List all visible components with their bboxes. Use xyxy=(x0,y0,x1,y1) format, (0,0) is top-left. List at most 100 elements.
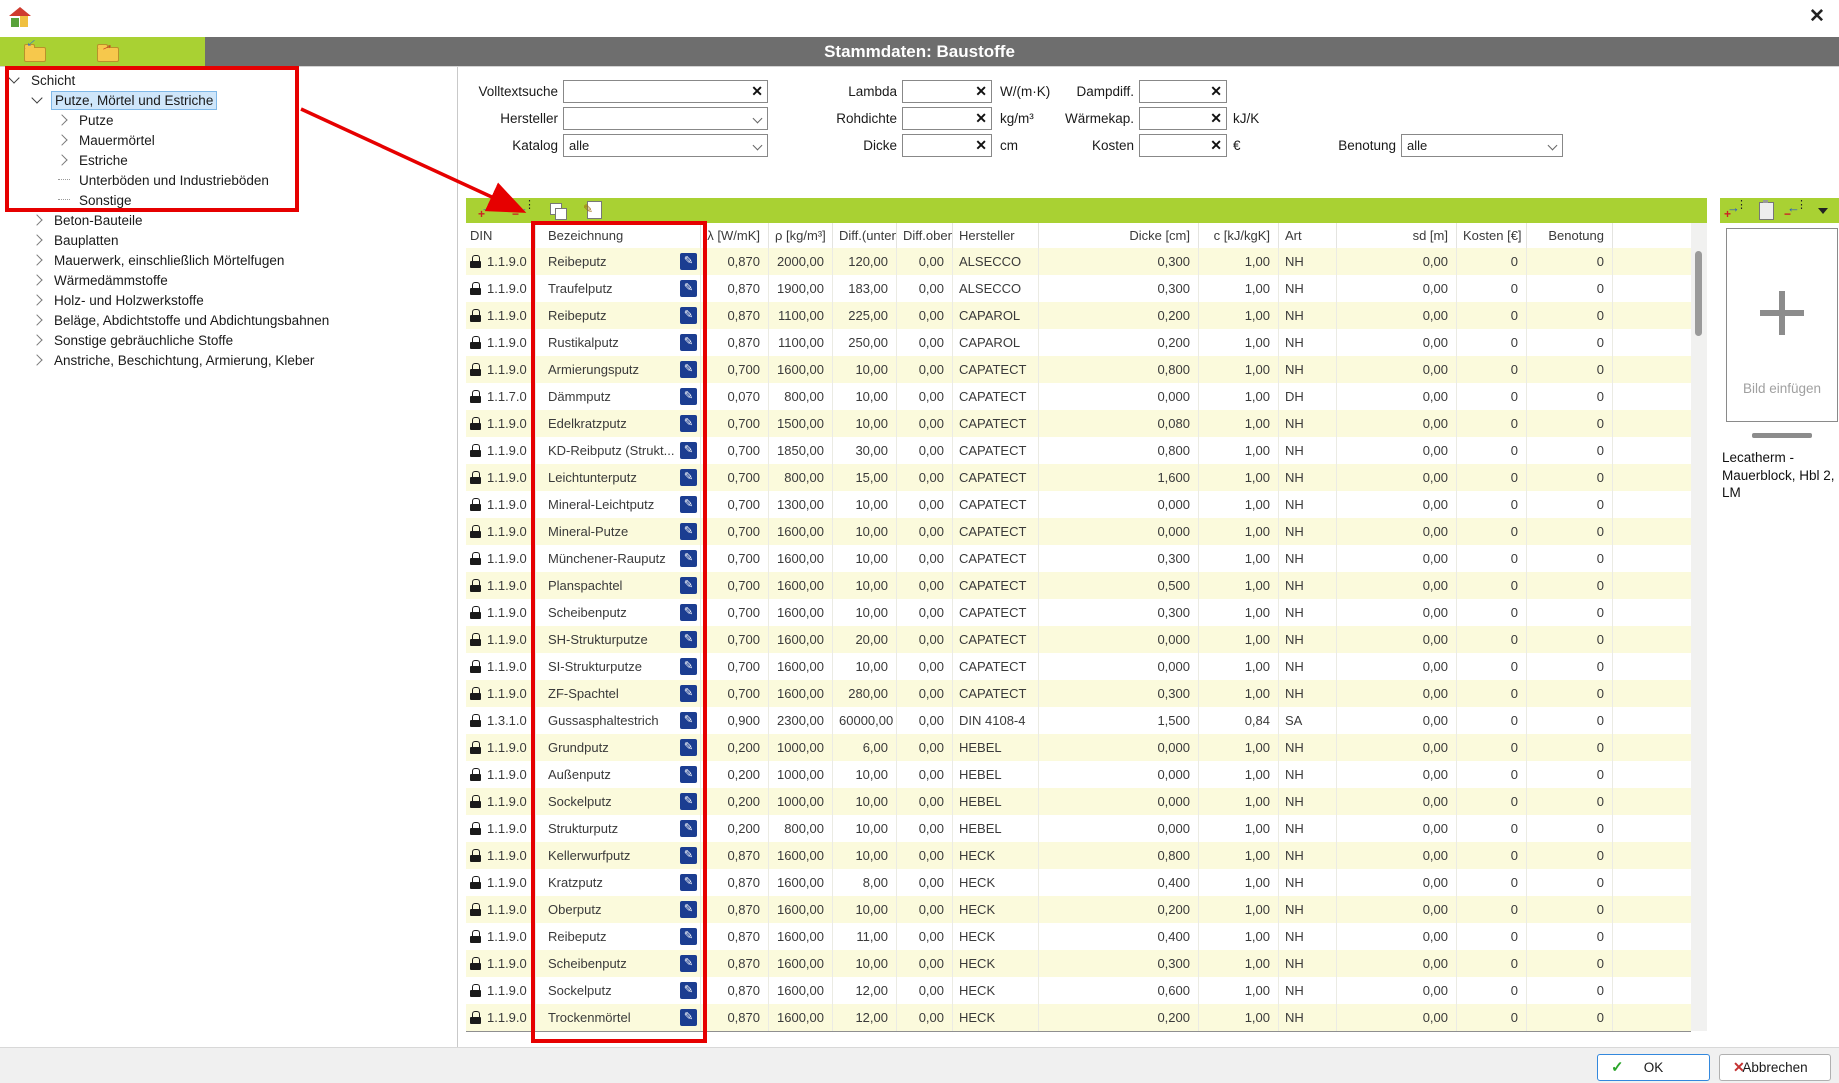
table-row[interactable]: 1.1.9.0Sockelputz✎0,2001000,0010,000,00H… xyxy=(466,788,1691,815)
table-cell[interactable]: 0,400 xyxy=(1039,923,1199,950)
table-cell[interactable]: Kratzputz✎ xyxy=(536,869,701,896)
chevron-right-icon[interactable] xyxy=(56,134,67,145)
column-header[interactable]: Kosten [€] xyxy=(1457,223,1527,248)
chevron-right-icon[interactable] xyxy=(31,314,42,325)
table-cell[interactable]: 0,00 xyxy=(897,896,953,923)
table-cell[interactable]: NH xyxy=(1279,815,1337,842)
cancel-button[interactable]: ✕ Abbrechen xyxy=(1719,1054,1831,1081)
table-cell[interactable]: 0,200 xyxy=(1039,896,1199,923)
table-cell[interactable]: 0 xyxy=(1527,842,1613,869)
column-header[interactable]: λ [W/mK] xyxy=(701,223,769,248)
table-cell[interactable]: 0,00 xyxy=(1337,302,1457,329)
table-cell[interactable]: 0 xyxy=(1527,464,1613,491)
table-cell[interactable]: 0,800 xyxy=(1039,356,1199,383)
table-cell[interactable]: 0,00 xyxy=(897,761,953,788)
table-cell[interactable]: 0 xyxy=(1527,275,1613,302)
table-cell[interactable]: 0,700 xyxy=(701,599,769,626)
table-cell[interactable]: 0,00 xyxy=(1337,653,1457,680)
table-cell[interactable]: 225,00 xyxy=(833,302,897,329)
table-cell[interactable]: 0,00 xyxy=(897,248,953,275)
table-cell[interactable]: CAPATECT xyxy=(953,356,1039,383)
table-cell[interactable]: 0,300 xyxy=(1039,680,1199,707)
column-header[interactable]: Hersteller xyxy=(953,223,1039,248)
table-row[interactable]: 1.1.9.0Mineral-Putze✎0,7001600,0010,000,… xyxy=(466,518,1691,545)
edit-pencil-button[interactable]: ✎ xyxy=(680,982,697,999)
table-cell[interactable]: 0,000 xyxy=(1039,518,1199,545)
table-cell[interactable]: HECK xyxy=(953,950,1039,977)
table-cell[interactable]: 1.1.9.0 xyxy=(466,410,536,437)
edit-pencil-button[interactable]: ✎ xyxy=(680,820,697,837)
table-cell[interactable]: 0,700 xyxy=(701,491,769,518)
table-cell[interactable]: 0,000 xyxy=(1039,734,1199,761)
table-cell[interactable]: 0,700 xyxy=(701,437,769,464)
table-cell[interactable]: NH xyxy=(1279,572,1337,599)
catalog-select[interactable]: alle xyxy=(563,134,768,157)
table-cell[interactable]: CAPATECT xyxy=(953,491,1039,518)
table-cell[interactable]: 0 xyxy=(1457,437,1527,464)
table-cell[interactable]: 1,00 xyxy=(1199,275,1279,302)
table-cell[interactable]: 1.1.7.0 xyxy=(466,383,536,410)
table-cell[interactable]: 0,00 xyxy=(897,464,953,491)
table-cell[interactable]: 0 xyxy=(1457,842,1527,869)
table-cell[interactable]: 0,00 xyxy=(897,653,953,680)
chevron-right-icon[interactable] xyxy=(31,354,42,365)
table-cell[interactable]: 0,000 xyxy=(1039,653,1199,680)
table-cell[interactable]: 0 xyxy=(1457,734,1527,761)
table-cell[interactable]: 0,300 xyxy=(1039,599,1199,626)
chevron-right-icon[interactable] xyxy=(31,254,42,265)
edit-pencil-button[interactable]: ✎ xyxy=(680,415,697,432)
edit-entry-button[interactable]: ✎ xyxy=(582,200,608,221)
table-cell[interactable]: 1,00 xyxy=(1199,572,1279,599)
add-entry-button[interactable]: → + ⋮ xyxy=(478,200,504,221)
clear-lambda-button[interactable]: ✕ xyxy=(975,83,987,100)
table-cell[interactable]: KD-Reibputz (Strukt...✎ xyxy=(536,437,701,464)
table-cell[interactable]: NH xyxy=(1279,1004,1337,1031)
table-cell[interactable]: 1600,00 xyxy=(769,923,833,950)
table-cell[interactable]: 1000,00 xyxy=(769,788,833,815)
table-cell[interactable]: 0,500 xyxy=(1039,572,1199,599)
table-cell[interactable]: 1.1.9.0 xyxy=(466,977,536,1004)
table-cell[interactable]: Reibeputz✎ xyxy=(536,923,701,950)
table-row[interactable]: 1.1.9.0Sockelputz✎0,8701600,0012,000,00H… xyxy=(466,977,1691,1004)
table-cell[interactable]: HECK xyxy=(953,842,1039,869)
table-cell[interactable]: HEBEL xyxy=(953,788,1039,815)
table-cell[interactable]: 0,870 xyxy=(701,1004,769,1031)
table-cell[interactable]: 1600,00 xyxy=(769,572,833,599)
table-cell[interactable]: NH xyxy=(1279,518,1337,545)
table-cell[interactable]: 0,00 xyxy=(1337,383,1457,410)
table-cell[interactable]: 1.1.9.0 xyxy=(466,437,536,464)
table-cell[interactable]: 0,00 xyxy=(897,275,953,302)
table-cell[interactable]: 0 xyxy=(1457,248,1527,275)
table-cell[interactable]: 10,00 xyxy=(833,599,897,626)
table-cell[interactable]: 0 xyxy=(1457,302,1527,329)
table-cell[interactable]: NH xyxy=(1279,761,1337,788)
table-cell[interactable]: 0,870 xyxy=(701,248,769,275)
table-cell[interactable]: 0 xyxy=(1457,680,1527,707)
table-cell[interactable]: 1,00 xyxy=(1199,1004,1279,1031)
table-cell[interactable]: 20,00 xyxy=(833,626,897,653)
table-cell[interactable]: 0,00 xyxy=(1337,1004,1457,1031)
table-cell[interactable]: 1,00 xyxy=(1199,815,1279,842)
table-cell[interactable]: 0,200 xyxy=(701,734,769,761)
table-cell[interactable]: 0,00 xyxy=(897,923,953,950)
table-cell[interactable]: 0,870 xyxy=(701,923,769,950)
tree-item-label[interactable]: Unterböden und Industrieböden xyxy=(76,171,272,191)
table-cell[interactable]: 0,00 xyxy=(897,302,953,329)
table-cell[interactable]: 0,00 xyxy=(897,1004,953,1031)
table-cell[interactable]: CAPATECT xyxy=(953,437,1039,464)
edit-pencil-button[interactable]: ✎ xyxy=(680,793,697,810)
table-cell[interactable]: NH xyxy=(1279,923,1337,950)
table-cell[interactable]: 1,00 xyxy=(1199,356,1279,383)
table-cell[interactable]: 2000,00 xyxy=(769,248,833,275)
table-cell[interactable]: Scheibenputz✎ xyxy=(536,599,701,626)
edit-pencil-button[interactable]: ✎ xyxy=(680,253,697,270)
edit-pencil-button[interactable]: ✎ xyxy=(680,766,697,783)
table-cell[interactable]: 0,00 xyxy=(897,815,953,842)
table-row[interactable]: 1.1.9.0Trockenmörtel✎0,8701600,0012,000,… xyxy=(466,1004,1691,1031)
table-row[interactable]: 1.1.9.0Armierungsputz✎0,7001600,0010,000… xyxy=(466,356,1691,383)
clear-thickness-button[interactable]: ✕ xyxy=(975,137,987,154)
table-cell[interactable]: 800,00 xyxy=(769,815,833,842)
tree-item[interactable]: Sonstige gebräuchliche Stoffe xyxy=(0,331,450,351)
edit-pencil-button[interactable]: ✎ xyxy=(680,658,697,675)
table-row[interactable]: 1.1.9.0Edelkratzputz✎0,7001500,0010,000,… xyxy=(466,410,1691,437)
